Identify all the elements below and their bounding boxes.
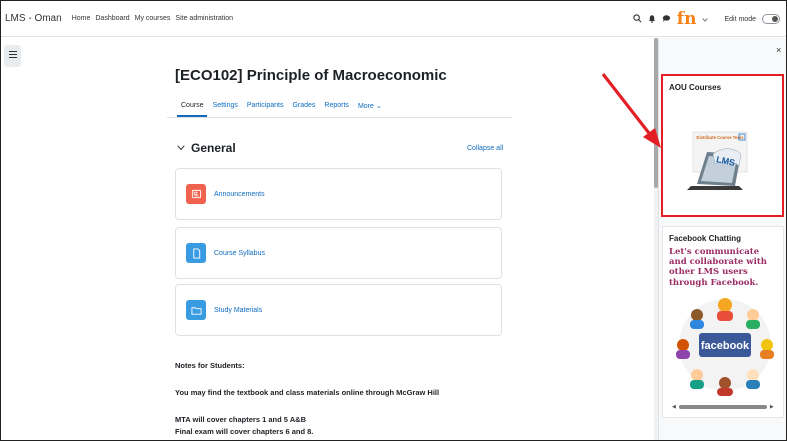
course-index-toggle[interactable] (4, 45, 21, 67)
section-header-general[interactable]: General (177, 141, 236, 155)
tab-course[interactable]: Course (181, 102, 204, 110)
drawer-horizontal-scrollbar[interactable]: ◀ ▶ (672, 403, 782, 411)
tab-participants[interactable]: Participants (247, 102, 284, 110)
activity-link[interactable]: Study Materials (214, 307, 262, 314)
notes-heading: Notes for Students: (175, 361, 245, 370)
section-title[interactable]: General (191, 141, 236, 155)
red-arrow-annotation (601, 73, 661, 148)
collapse-all-link[interactable]: Collapse all (467, 145, 503, 152)
page-title: [ECO102] Principle of Macroeconomic (175, 67, 447, 84)
course-tabs: Course Settings Participants Grades Repo… (181, 102, 382, 110)
search-icon[interactable] (633, 13, 642, 25)
notification-bell-icon[interactable] (648, 14, 656, 25)
folder-icon (186, 300, 206, 320)
facebook-community-image[interactable]: facebook (669, 293, 781, 397)
block-facebook-chatting: Facebook Chatting Let's communicate and … (662, 226, 784, 418)
notes-line: Final exam will cover chapters 6 and 8. (175, 427, 314, 436)
nav-home[interactable]: Home (72, 15, 91, 22)
page-frame: LMS - Oman Home Dashboard My courses Sit… (0, 0, 787, 441)
activity-link[interactable]: Announcements (214, 191, 265, 198)
menu-icon (8, 51, 17, 60)
lms-image-caption: Distribute Course Tools (696, 135, 744, 140)
tabs-divider (167, 117, 512, 118)
chevron-down-icon[interactable] (702, 15, 709, 24)
block-aou-courses: AOU Courses Distribute Course Tools LMS (661, 74, 784, 217)
tab-more[interactable]: More ⌄ (358, 102, 382, 110)
notes-line: MTA will cover chapters 1 and 5 A&B (175, 415, 307, 424)
top-navbar: LMS - Oman Home Dashboard My courses Sit… (1, 1, 786, 37)
facebook-promo-text: Let's communicate and collaborate with o… (669, 247, 767, 288)
tab-reports[interactable]: Reports (324, 102, 349, 110)
nav-my-courses[interactable]: My courses (135, 15, 171, 22)
activity-announcements[interactable]: Announcements (175, 168, 502, 220)
edit-mode-toggle[interactable] (762, 14, 780, 24)
facebook-label: facebook (701, 340, 750, 352)
tab-settings[interactable]: Settings (213, 102, 238, 110)
navbar-actions: fn Edit mode (633, 1, 780, 37)
messages-icon[interactable] (662, 14, 671, 25)
notes-line: You may find the textbook and class mate… (175, 388, 440, 397)
user-avatar-logo[interactable]: fn (677, 10, 697, 28)
block-title: AOU Courses (669, 83, 722, 92)
close-drawer-icon[interactable]: × (776, 45, 781, 55)
activity-link[interactable]: Course Syllabus (214, 250, 265, 257)
activity-course-syllabus[interactable]: Course Syllabus (175, 227, 502, 279)
file-icon (186, 243, 206, 263)
block-title: Facebook Chatting (669, 234, 742, 243)
scrollbar-thumb[interactable] (678, 405, 767, 409)
forum-icon (186, 184, 206, 204)
nav-dashboard[interactable]: Dashboard (95, 15, 129, 22)
scroll-left-icon[interactable]: ◀ (672, 404, 676, 410)
nav-site-administration[interactable]: Site administration (175, 15, 233, 22)
primary-navigation: Home Dashboard My courses Site administr… (72, 15, 233, 22)
scroll-right-icon[interactable]: ▶ (770, 404, 774, 410)
tab-grades[interactable]: Grades (292, 102, 315, 110)
edit-mode-label: Edit mode (724, 15, 756, 23)
chevron-down-icon[interactable] (177, 143, 185, 154)
site-brand[interactable]: LMS - Oman (5, 13, 62, 24)
lms-courses-image[interactable]: Distribute Course Tools LMS (683, 124, 757, 196)
activity-study-materials[interactable]: Study Materials (175, 284, 502, 336)
